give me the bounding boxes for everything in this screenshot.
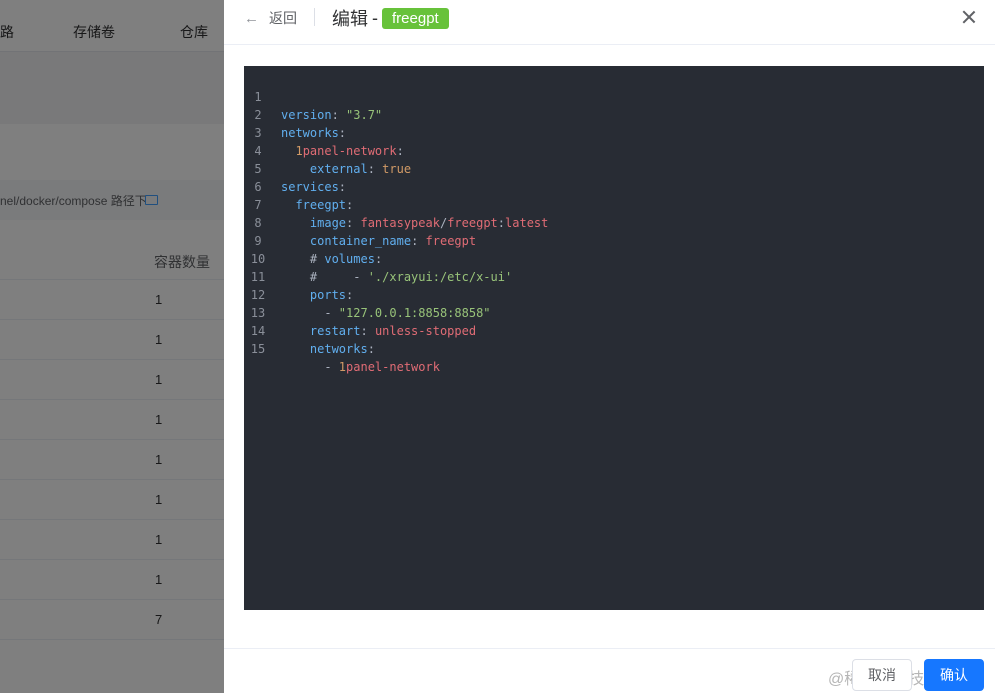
title-text: 编辑 xyxy=(332,9,368,29)
code-text: networks: xyxy=(309,342,375,356)
back-button[interactable]: ← 返回 xyxy=(244,8,297,28)
code-line: 14 networks: xyxy=(244,304,984,356)
code-line: 12 - "127.0.0.1:8858:8858" xyxy=(244,268,984,320)
back-label: 返回 xyxy=(269,10,297,26)
code-line: 5 services: xyxy=(244,142,984,194)
code-line: 9 # volumes: xyxy=(244,214,984,266)
close-icon[interactable] xyxy=(958,6,980,28)
code-editor[interactable]: 1 version: "3.7" 2 networks: 3 1panel-ne… xyxy=(244,66,984,610)
cancel-button[interactable]: 取消 xyxy=(852,659,912,691)
code-line: 2 networks: xyxy=(244,88,984,140)
code-line: 7 image: fantasypeak/freegpt:latest xyxy=(244,178,984,230)
confirm-button[interactable]: 确认 xyxy=(924,659,984,691)
header-divider xyxy=(314,8,315,26)
drawer-footer: @稀土掘金技术社区 取消 确认 xyxy=(224,648,995,693)
code-text: - 1panel-network xyxy=(281,360,440,374)
code-line: 11 ports: xyxy=(244,250,984,302)
drawer-title: 编辑 - freegpt xyxy=(332,5,449,31)
edit-drawer: ← 返回 编辑 - freegpt 1 version: "3.7" 2 net… xyxy=(224,0,995,693)
code-line: 10 # - './xrayui:/etc/x-ui' xyxy=(244,232,984,284)
title-separator: - xyxy=(372,7,378,28)
line-number: 15 xyxy=(250,342,266,356)
code-line: 3 1panel-network: xyxy=(244,106,984,158)
compose-name-tag: freegpt xyxy=(382,7,449,29)
code-line: 13 restart: unless-stopped xyxy=(244,286,984,338)
code-line: 4 external: true xyxy=(244,124,984,176)
code-line: 8 container_name: freegpt xyxy=(244,196,984,248)
code-line: 15 - 1panel-network xyxy=(244,322,984,374)
drawer-header: ← 返回 编辑 - freegpt xyxy=(224,0,995,45)
code-line: 1 version: "3.7" xyxy=(244,70,984,122)
back-arrow-icon: ← xyxy=(244,9,259,27)
code-line: 6 freegpt: xyxy=(244,160,984,212)
